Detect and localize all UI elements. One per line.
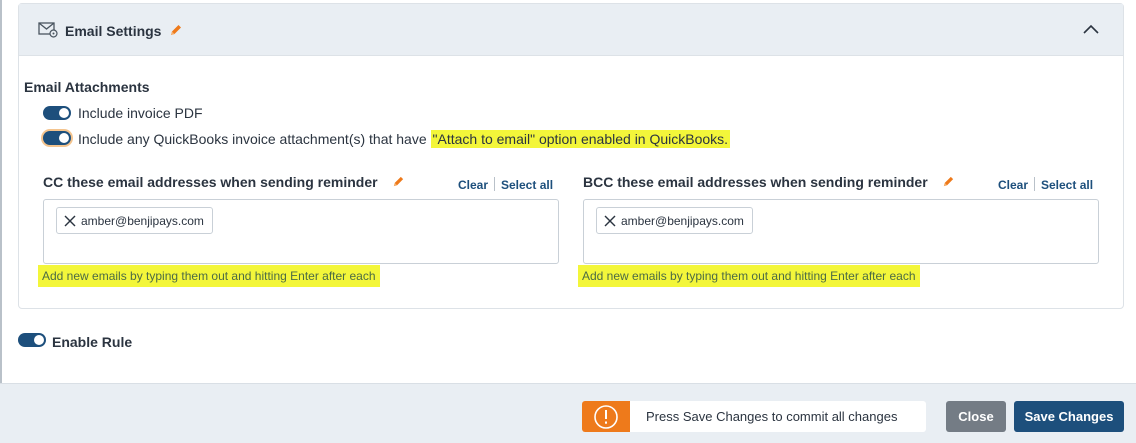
envelope-settings-icon: [38, 22, 58, 38]
bcc-email-chip-label: amber@benjipays.com: [621, 213, 744, 228]
save-notice: Press Save Changes to commit all changes: [582, 401, 926, 432]
close-button[interactable]: Close: [946, 401, 1006, 432]
chevron-up-icon[interactable]: [1082, 23, 1100, 35]
cc-link-divider: [494, 177, 495, 191]
bcc-title: BCC these email addresses when sending r…: [583, 174, 928, 190]
cc-select-all-link[interactable]: Select all: [501, 178, 553, 192]
email-settings-header[interactable]: Email Settings: [19, 4, 1123, 56]
enable-rule-label: Enable Rule: [52, 334, 133, 350]
bcc-link-divider: [1034, 177, 1035, 191]
window-left-edge: [0, 0, 2, 443]
cc-email-chip: amber@benjipays.com: [56, 207, 213, 234]
close-icon[interactable]: [603, 214, 617, 228]
cc-clear-link[interactable]: Clear: [458, 178, 488, 192]
cc-email-chip-label: amber@benjipays.com: [81, 213, 204, 228]
cc-pencil-icon[interactable]: [392, 175, 405, 188]
cc-email-input[interactable]: amber@benjipays.com: [43, 199, 559, 264]
pencil-icon[interactable]: [169, 23, 183, 37]
include-qb-attachments-text: Include any QuickBooks invoice attachmen…: [78, 131, 431, 147]
bcc-clear-link[interactable]: Clear: [998, 178, 1028, 192]
include-invoice-pdf-label: Include invoice PDF: [78, 105, 203, 121]
enable-rule-toggle[interactable]: [18, 333, 46, 347]
info-icon: [582, 401, 630, 432]
include-qb-attachments-highlight: "Attach to email" option enabled in Quic…: [430, 130, 731, 148]
section-title: Email Settings: [65, 23, 162, 39]
include-invoice-pdf-toggle[interactable]: [43, 106, 71, 120]
save-changes-button[interactable]: Save Changes: [1014, 401, 1124, 432]
bcc-hint: Add new emails by typing them out and hi…: [578, 265, 920, 287]
include-qb-attachments-label: Include any QuickBooks invoice attachmen…: [78, 130, 731, 148]
email-attachments-title: Email Attachments: [24, 79, 150, 95]
bcc-email-input[interactable]: amber@benjipays.com: [583, 199, 1099, 264]
save-notice-text: Press Save Changes to commit all changes: [646, 409, 898, 424]
close-icon[interactable]: [63, 214, 77, 228]
footer-bar: Press Save Changes to commit all changes…: [0, 383, 1136, 443]
include-qb-attachments-toggle[interactable]: [43, 131, 71, 145]
cc-hint: Add new emails by typing them out and hi…: [38, 265, 380, 287]
bcc-select-all-link[interactable]: Select all: [1041, 178, 1093, 192]
cc-title: CC these email addresses when sending re…: [43, 174, 378, 190]
bcc-email-chip: amber@benjipays.com: [596, 207, 753, 234]
bcc-pencil-icon[interactable]: [942, 175, 955, 188]
